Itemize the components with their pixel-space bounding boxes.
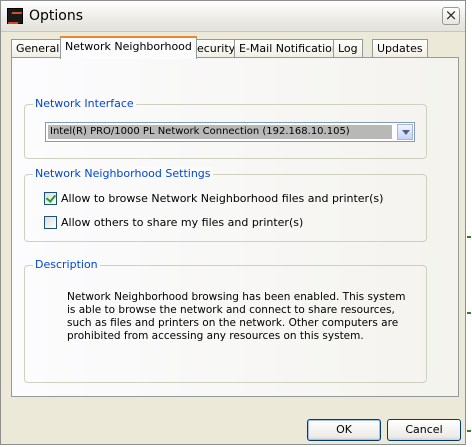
cancel-button[interactable]: Cancel <box>387 419 461 441</box>
tab-network-neighborhood[interactable]: Network Neighborhood <box>60 36 197 59</box>
tab-email-notification[interactable]: E-Mail Notification <box>234 39 344 57</box>
description-legend: Description <box>33 258 100 271</box>
allow-browse-checkbox[interactable] <box>44 192 57 205</box>
background-marker <box>467 236 471 238</box>
window-title: Options <box>29 8 84 24</box>
allow-share-label[interactable]: Allow others to share my files and print… <box>61 216 303 229</box>
tab-updates[interactable]: Updates <box>372 39 428 57</box>
tab-log[interactable]: Log <box>333 39 363 57</box>
chevron-down-icon[interactable] <box>397 124 413 140</box>
ok-button[interactable]: OK <box>307 419 381 441</box>
network-interface-select[interactable]: Intel(R) PRO/1000 PL Network Connection … <box>45 122 415 142</box>
network-interface-legend: Network Interface <box>33 97 136 110</box>
neighborhood-settings-group: Network Neighborhood Settings <box>24 167 427 242</box>
tab-general[interactable]: General <box>11 39 65 57</box>
options-dialog: Options × General Network Neighborhood S… <box>0 0 466 445</box>
title-bar[interactable]: Options × <box>1 1 465 32</box>
description-text: Network Neighborhood browsing has been e… <box>67 291 406 342</box>
close-button[interactable]: × <box>442 7 460 25</box>
background-window-edge <box>466 0 472 447</box>
allow-browse-label[interactable]: Allow to browse Network Neighborhood fil… <box>61 192 383 205</box>
allow-share-checkbox[interactable] <box>44 216 57 229</box>
background-marker <box>467 312 471 314</box>
network-interface-selected-value: Intel(R) PRO/1000 PL Network Connection … <box>48 125 392 139</box>
app-logo-icon <box>7 8 23 24</box>
neighborhood-settings-legend: Network Neighborhood Settings <box>33 167 213 180</box>
background-marker <box>467 430 471 432</box>
